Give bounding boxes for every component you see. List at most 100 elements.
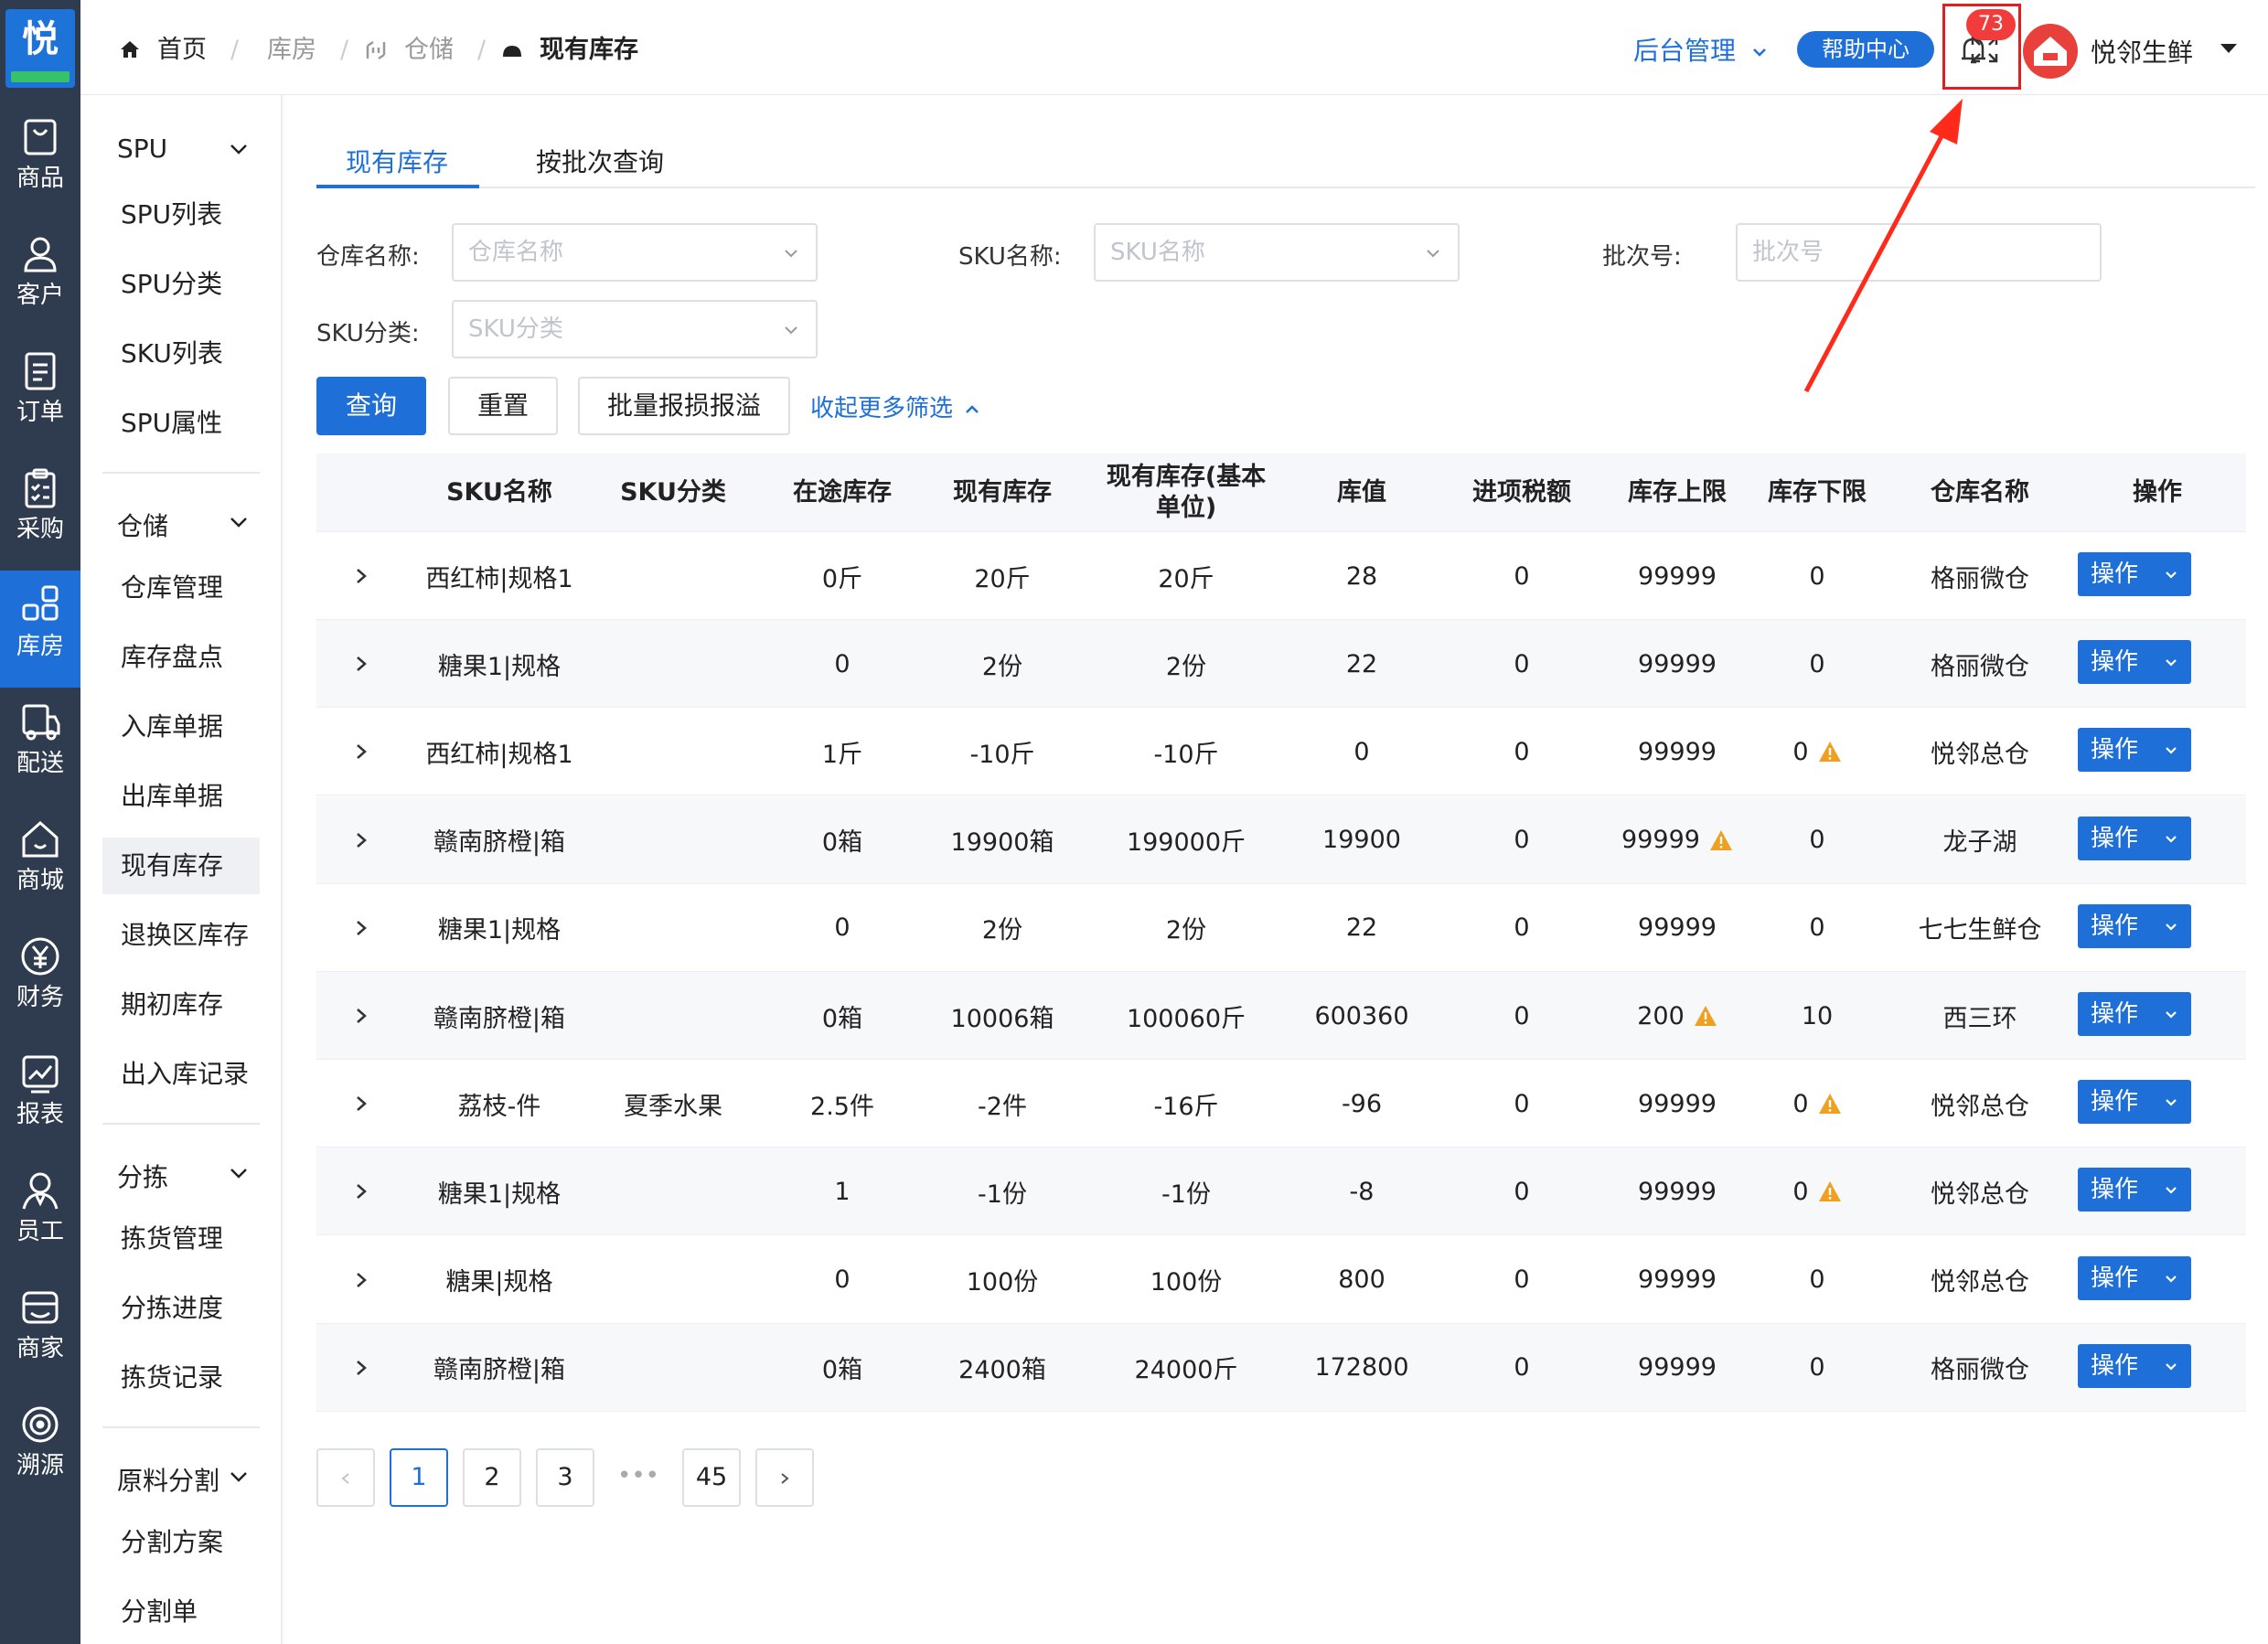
batch-loss-button[interactable]: 批量报损报溢 xyxy=(578,377,790,435)
rail-item-purchase[interactable]: 采购 xyxy=(0,454,80,571)
nav-group-sorting[interactable]: 分拣 xyxy=(117,1158,168,1194)
reset-button[interactable]: 重置 xyxy=(448,377,558,435)
row-action-button[interactable]: 操作 xyxy=(2078,1255,2191,1300)
nav-item-warehouse-mgmt[interactable]: 仓库管理 xyxy=(102,560,260,616)
rail-item-merchant[interactable]: 商家 xyxy=(0,1273,80,1390)
rail-item-staff[interactable]: 员工 xyxy=(0,1156,80,1273)
col-upper-limit: 库存上限 xyxy=(1628,478,1727,507)
nav-item-picking-mgmt[interactable]: 拣货管理 xyxy=(102,1211,260,1267)
expand-row-icon[interactable] xyxy=(353,1357,369,1379)
brand-logo[interactable]: 悦 xyxy=(5,9,75,88)
row-action-button[interactable]: 操作 xyxy=(2078,992,2191,1036)
nav-item-spu-attr[interactable]: SPU属性 xyxy=(102,395,260,452)
page-button-45[interactable]: 45 xyxy=(682,1448,741,1507)
sku-category-select[interactable]: SKU分类 xyxy=(452,300,818,358)
table-row[interactable]: 西红柿|规格1 0斤 20斤 20斤 28 0 99999 0 格丽微仓 操作 xyxy=(316,532,2246,620)
rail-item-goods[interactable]: 商品 xyxy=(0,102,80,219)
row-action-button[interactable]: 操作 xyxy=(2078,816,2191,860)
nav-group-storage[interactable]: 仓储 xyxy=(117,507,168,543)
prev-page-button[interactable] xyxy=(316,1448,375,1507)
cell-sku-category xyxy=(591,532,755,620)
expand-row-icon[interactable] xyxy=(353,917,369,939)
cell-sku-name: 赣南脐橙|箱 xyxy=(433,1004,566,1033)
rail-item-delivery[interactable]: 配送 xyxy=(0,688,80,805)
row-action-button[interactable]: 操作 xyxy=(2078,728,2191,773)
row-action-button[interactable]: 操作 xyxy=(2078,1168,2191,1212)
table-row[interactable]: 糖果1|规格 0 2份 2份 22 0 99999 0 七七生鲜仓 操作 xyxy=(316,883,2246,972)
row-action-button[interactable]: 操作 xyxy=(2078,552,2191,596)
nav-item-cutting-order[interactable]: 分割单 xyxy=(102,1584,260,1640)
page-button-3[interactable]: 3 xyxy=(536,1448,594,1507)
expand-row-icon[interactable] xyxy=(353,565,369,587)
row-action-button[interactable]: 操作 xyxy=(2078,903,2191,948)
admin-menu[interactable]: 后台管理 xyxy=(1633,31,1768,68)
expand-row-icon[interactable] xyxy=(353,741,369,763)
nav-group-raw-cutting[interactable]: 原料分割 xyxy=(117,1461,219,1498)
expand-row-icon[interactable] xyxy=(353,829,369,851)
cell-input-tax: 0 xyxy=(1514,1089,1530,1118)
table-row[interactable]: 赣南脐橙|箱 0箱 10006箱 100060斤 600360 0 200 10 西三环 操作 xyxy=(316,972,2246,1060)
cell-base-unit-stock: 199000斤 xyxy=(1126,828,1246,858)
rail-item-mall[interactable]: 商城 xyxy=(0,805,80,922)
user-name[interactable]: 悦邻生鲜 xyxy=(2091,33,2193,69)
breadcrumb-home[interactable]: 首页 xyxy=(157,0,207,95)
table-row[interactable]: 糖果1|规格 1 -1份 -1份 -8 0 99999 0 悦邻总仓 操作 xyxy=(316,1148,2246,1236)
nav-item-picking-records[interactable]: 拣货记录 xyxy=(102,1350,260,1406)
table-row[interactable]: 糖果|规格 0 100份 100份 800 0 99999 0 悦邻总仓 操作 xyxy=(316,1235,2246,1324)
query-button[interactable]: 查询 xyxy=(316,377,426,435)
nav-item-current-stock[interactable]: 现有库存 xyxy=(102,838,260,894)
nav-item-opening-stock[interactable]: 期初库存 xyxy=(102,977,260,1033)
bag-icon xyxy=(24,119,57,155)
collapse-filters-link[interactable]: 收起更多筛选 xyxy=(810,390,980,423)
nav-item-outbound[interactable]: 出库单据 xyxy=(102,768,260,825)
table-row[interactable]: 糖果1|规格 0 2份 2份 22 0 99999 0 格丽微仓 操作 xyxy=(316,620,2246,709)
nav-item-spu-list[interactable]: SPU列表 xyxy=(102,187,260,243)
expand-row-icon[interactable] xyxy=(353,1093,369,1115)
breadcrumb-level2[interactable]: 仓储 xyxy=(404,0,454,95)
help-center-button[interactable]: 帮助中心 xyxy=(1797,31,1934,68)
rail-item-warehouse[interactable]: 库房 xyxy=(0,571,80,688)
rail-item-finance[interactable]: 财务 xyxy=(0,922,80,1039)
rail-item-trace[interactable]: 溯源 xyxy=(0,1390,80,1507)
cell-upper-limit: 200 xyxy=(1597,972,1758,1060)
tab-current-stock[interactable]: 现有库存 xyxy=(346,143,448,179)
nav-item-io-records[interactable]: 出入库记录 xyxy=(102,1046,260,1103)
nav-item-cutting-plan[interactable]: 分割方案 xyxy=(102,1514,260,1571)
table-row[interactable]: 赣南脐橙|箱 0箱 2400箱 24000斤 172800 0 99999 0 格丽微仓 操作 xyxy=(316,1323,2246,1412)
chevron-down-icon[interactable] xyxy=(229,1163,249,1183)
nav-item-inbound[interactable]: 入库单据 xyxy=(102,699,260,755)
expand-row-icon[interactable] xyxy=(353,1269,369,1291)
rail-item-order[interactable]: 订单 xyxy=(0,336,80,454)
cell-base-unit-stock: 100060斤 xyxy=(1126,1004,1246,1033)
table-row[interactable]: 西红柿|规格1 1斤 -10斤 -10斤 0 0 99999 0 悦邻总仓 操作 xyxy=(316,708,2246,796)
chevron-down-icon[interactable] xyxy=(229,139,249,159)
chevron-down-icon[interactable] xyxy=(229,1467,249,1487)
nav-item-spu-category[interactable]: SPU分类 xyxy=(102,256,260,313)
sku-name-select[interactable]: SKU名称 xyxy=(1094,223,1460,282)
table-row[interactable]: 荔枝-件 夏季水果 2.5件 -2件 -16斤 -96 0 99999 0 悦邻总仓 操作 xyxy=(316,1060,2246,1148)
rail-item-customer[interactable]: 客户 xyxy=(0,219,80,336)
page-ellipsis[interactable]: ••• xyxy=(609,1448,668,1507)
tab-batch-query[interactable]: 按批次查询 xyxy=(536,143,664,179)
row-action-button[interactable]: 操作 xyxy=(2078,640,2191,685)
rail-item-report[interactable]: 报表 xyxy=(0,1039,80,1156)
table-row[interactable]: 赣南脐橙|箱 0箱 19900箱 199000斤 19900 0 99999 0 龙子湖 操作 xyxy=(316,795,2246,884)
row-action-button[interactable]: 操作 xyxy=(2078,1080,2191,1125)
next-page-button[interactable] xyxy=(755,1448,814,1507)
page-button-1[interactable]: 1 xyxy=(390,1448,448,1507)
page-button-2[interactable]: 2 xyxy=(463,1448,521,1507)
row-action-button[interactable]: 操作 xyxy=(2078,1343,2191,1388)
chevron-down-icon[interactable] xyxy=(229,512,249,532)
breadcrumb-level1[interactable]: 库房 xyxy=(267,0,316,95)
expand-row-icon[interactable] xyxy=(353,1180,369,1202)
nav-item-sku-list[interactable]: SKU列表 xyxy=(102,326,260,382)
nav-item-stocktake[interactable]: 库存盘点 xyxy=(102,629,260,686)
nav-item-return-stock[interactable]: 退换区库存 xyxy=(102,907,260,964)
warehouse-select[interactable]: 仓库名称 xyxy=(452,223,818,282)
expand-row-icon[interactable] xyxy=(353,1005,369,1027)
expand-row-icon[interactable] xyxy=(353,653,369,675)
nav-item-sorting-progress[interactable]: 分拣进度 xyxy=(102,1280,260,1337)
user-caret-icon[interactable] xyxy=(2220,44,2237,53)
avatar[interactable] xyxy=(2023,24,2078,79)
nav-group-spu[interactable]: SPU xyxy=(117,133,167,164)
